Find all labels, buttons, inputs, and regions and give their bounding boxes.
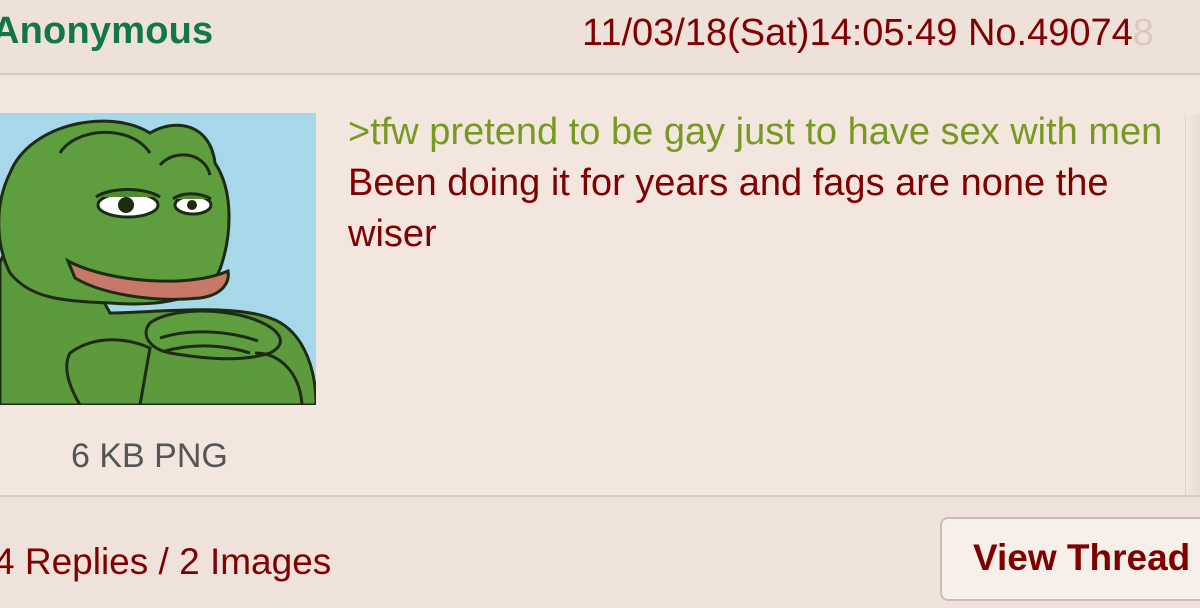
reply-summary: 4 Replies / 2 Images [0,541,332,582]
greentext-line: >tfw pretend to be gay just to have sex … [348,111,1163,153]
view-thread-button[interactable]: View Thread [940,517,1200,601]
post-number-overflow: 8 [1132,12,1154,54]
scrollbar[interactable] [1185,115,1200,535]
post-number[interactable]: No.49074 [968,12,1133,54]
view-thread-label: View Thread [973,537,1191,578]
post-thumbnail[interactable] [0,113,316,405]
post-message: >tfw pretend to be gay just to have sex … [348,107,1188,260]
post-body-text: Been doing it for years and fags are non… [348,162,1109,255]
post-card: Anonymous 11/03/18(Sat)14:05:49 No.49074… [0,0,1200,608]
file-info: 6 KB PNG [71,437,228,475]
post-body: 6 KB PNG >tfw pretend to be gay just to … [0,75,1200,535]
post-datetime: 11/03/18(Sat)14:05:49 [582,12,958,54]
frog-icon [0,113,316,405]
post-meta: 11/03/18(Sat)14:05:49 No.490748 [582,12,1154,55]
post-header: Anonymous 11/03/18(Sat)14:05:49 No.49074… [0,0,1200,75]
poster-name: Anonymous [0,10,214,52]
post-footer: 4 Replies / 2 Images View Thread [0,495,1200,608]
